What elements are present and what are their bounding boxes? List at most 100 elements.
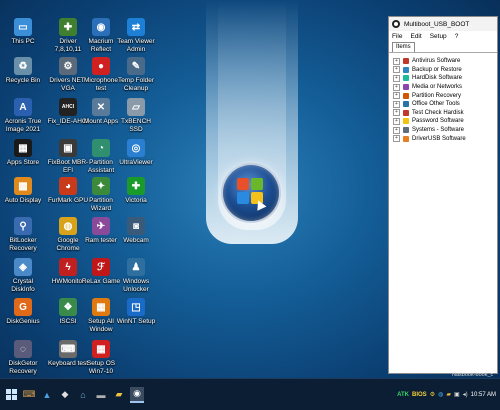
tray-atk[interactable]: ATK <box>397 392 409 398</box>
office-tools-icon <box>403 101 409 108</box>
desktop-icon[interactable]: ⚲ BitLocker Recovery <box>1 217 45 253</box>
taskbar: ⌨ ▲ ◆ ⌂ ▬ ▰ ◉ ATK BIOS ⚙ ◍ ▰ ▣ ◂) 10:57 … <box>0 378 500 410</box>
desktop-icon-label: Temp Folder Cleanup <box>117 77 155 92</box>
partition-assistant-icon: ◔ <box>92 139 110 157</box>
teamviewer-icon: ⇄ <box>127 18 145 36</box>
desktop-icon[interactable]: ◙ Webcam <box>114 217 158 245</box>
cleanup-icon: ✎ <box>127 57 145 75</box>
expand-icon[interactable]: + <box>393 100 400 108</box>
ram-tester-icon: ✈ <box>92 217 110 235</box>
menu-help[interactable]: ? <box>455 33 459 40</box>
tree-item-label: Systems - Software <box>412 127 465 134</box>
mount-apps-icon: ✕ <box>92 98 110 116</box>
expand-icon[interactable]: + <box>393 117 400 125</box>
bitlocker-icon: ⚲ <box>14 217 32 235</box>
tree-item[interactable]: + Office Other Tools <box>393 100 497 109</box>
desktop-icon-label: Webcam <box>123 237 149 244</box>
expand-icon[interactable]: + <box>393 126 400 134</box>
globe-icon[interactable]: ◍ <box>438 391 443 398</box>
clock[interactable]: 10:57 AM <box>471 392 496 398</box>
file-explorer-icon[interactable]: ▰ <box>112 388 126 402</box>
desktop-icon[interactable]: ⇄ Team Viewer Admin <box>114 18 158 54</box>
menu-edit[interactable]: Edit <box>410 33 421 40</box>
fixboot-icon: ▣ <box>59 139 77 157</box>
chrome-icon: ◍ <box>59 217 77 235</box>
desktop-icon-label: Acronis True Image 2021 <box>4 118 42 133</box>
desktop-icon[interactable]: ✚ Victoria <box>114 177 158 205</box>
relax-game-icon: ℱ <box>92 258 110 276</box>
desktop-icon[interactable]: ◌ DiskGetor Recovery <box>1 340 45 376</box>
tree-item[interactable]: + Test Check Hardisk <box>393 109 497 118</box>
start-button-icon[interactable] <box>4 388 18 402</box>
tree-item-label: DriverUSB Software <box>412 135 466 142</box>
desktop-icon[interactable]: ▭ This PC <box>1 18 45 46</box>
desktop-icon[interactable]: G DiskGenius <box>1 298 45 326</box>
desktop-icon[interactable]: ▦ Setup OS Win7-10 <box>79 340 123 376</box>
expand-icon[interactable]: + <box>393 83 400 91</box>
taskbar-pinned: ⌨ ▲ ◆ ⌂ ▬ ▰ ◉ <box>2 379 146 410</box>
tree-item[interactable]: + Media or Networks <box>393 83 497 92</box>
desktop-icon[interactable]: ▱ TxBENCH SSD <box>114 98 158 134</box>
tray-bios[interactable]: BIOS <box>412 392 427 398</box>
desktop-icon[interactable]: ▩ Auto Display <box>1 177 45 205</box>
macrium-icon: ◉ <box>92 18 110 36</box>
settings-gear-icon[interactable]: ⚙ <box>430 391 435 398</box>
disk-app-icon[interactable]: ▬ <box>94 388 108 402</box>
tree-item[interactable]: + HardDisk Software <box>393 74 497 83</box>
keyboard-icon: ⌨ <box>59 340 77 358</box>
drivers-net-icon: ⚙ <box>59 57 77 75</box>
tree-item[interactable]: + Antivirus Software <box>393 57 497 66</box>
setup-os-icon: ▦ <box>92 340 110 358</box>
desktop-icon-label: DiskGenius <box>6 318 40 325</box>
desktop-icon-label: This PC <box>11 38 35 45</box>
desktop-icon-label: BitLocker Recovery <box>9 237 37 252</box>
desktop-icon[interactable]: ◎ UltraViewer <box>114 139 158 167</box>
desktop-icon[interactable]: ♟ Windows Unlocker <box>114 258 158 294</box>
keyboard-taskbar-icon[interactable]: ⌨ <box>22 388 36 402</box>
desktop-icon[interactable]: ♻ Recycle Bin <box>1 57 45 85</box>
expand-icon[interactable]: + <box>393 92 400 100</box>
apps-store-icon: ▦ <box>14 139 32 157</box>
desktop-icon-label: Apps Store <box>6 159 40 166</box>
windows-unlocker-icon: ♟ <box>127 258 145 276</box>
tree-item-label: HardDisk Software <box>412 75 463 82</box>
tab-items[interactable]: Items <box>392 42 415 52</box>
desktop-icon[interactable]: A Acronis True Image 2021 <box>1 98 45 134</box>
desktop-icon[interactable]: ◳ WinNT Setup <box>114 298 158 326</box>
menu-file[interactable]: File <box>392 33 402 40</box>
tree-item[interactable]: + DriverUSB Software <box>393 134 497 143</box>
iscsi-icon: ❖ <box>59 298 77 316</box>
menu-setup[interactable]: Setup <box>430 33 447 40</box>
crystal-diskinfo-icon: ◈ <box>14 258 32 276</box>
diamond-app-icon[interactable]: ◆ <box>58 388 72 402</box>
tree-item[interactable]: + Systems - Software <box>393 126 497 135</box>
expand-icon[interactable]: + <box>393 57 400 65</box>
furmark-icon: ◕ <box>59 177 77 195</box>
desktop-icon-label: Windows Unlocker <box>122 278 150 293</box>
ultraviewer-icon: ◎ <box>127 139 145 157</box>
expand-icon[interactable]: + <box>393 74 400 82</box>
setup-all-icon: ▦ <box>92 298 110 316</box>
desktop-icon[interactable]: ◈ Crystal DiskInfo <box>1 258 45 294</box>
winnt-setup-icon: ◳ <box>127 298 145 316</box>
window-title-bar[interactable]: Multiboot_USB_BOOT <box>389 17 497 31</box>
triangle-app-icon[interactable]: ▲ <box>40 388 54 402</box>
expand-icon[interactable]: + <box>393 66 400 74</box>
network-tray-icon[interactable]: ▣ <box>454 391 460 398</box>
expand-icon[interactable]: + <box>393 109 400 117</box>
multiboot-taskbar-icon[interactable]: ◉ <box>130 386 144 403</box>
desktop-icon[interactable]: ▦ Apps Store <box>1 139 45 167</box>
tree-item[interactable]: + Password Software <box>393 117 497 126</box>
diskgenius-icon: G <box>14 298 32 316</box>
windows-logo-orb <box>221 163 281 223</box>
volume-icon[interactable]: ◂) <box>463 391 468 398</box>
folder-tray-icon[interactable]: ▰ <box>446 391 451 398</box>
network-app-icon[interactable]: ⌂ <box>76 388 90 402</box>
acronis-icon: A <box>14 98 32 116</box>
desktop-icon[interactable]: ✎ Temp Folder Cleanup <box>114 57 158 93</box>
tree-item[interactable]: + Backup or Restore <box>393 66 497 75</box>
system-tray: ATK BIOS ⚙ ◍ ▰ ▣ ◂) 10:57 AM <box>394 379 496 410</box>
expand-icon[interactable]: + <box>393 135 400 143</box>
tree-item[interactable]: + Partition Recovery <box>393 91 497 100</box>
desktop-icon-label: UltraViewer <box>119 159 153 166</box>
